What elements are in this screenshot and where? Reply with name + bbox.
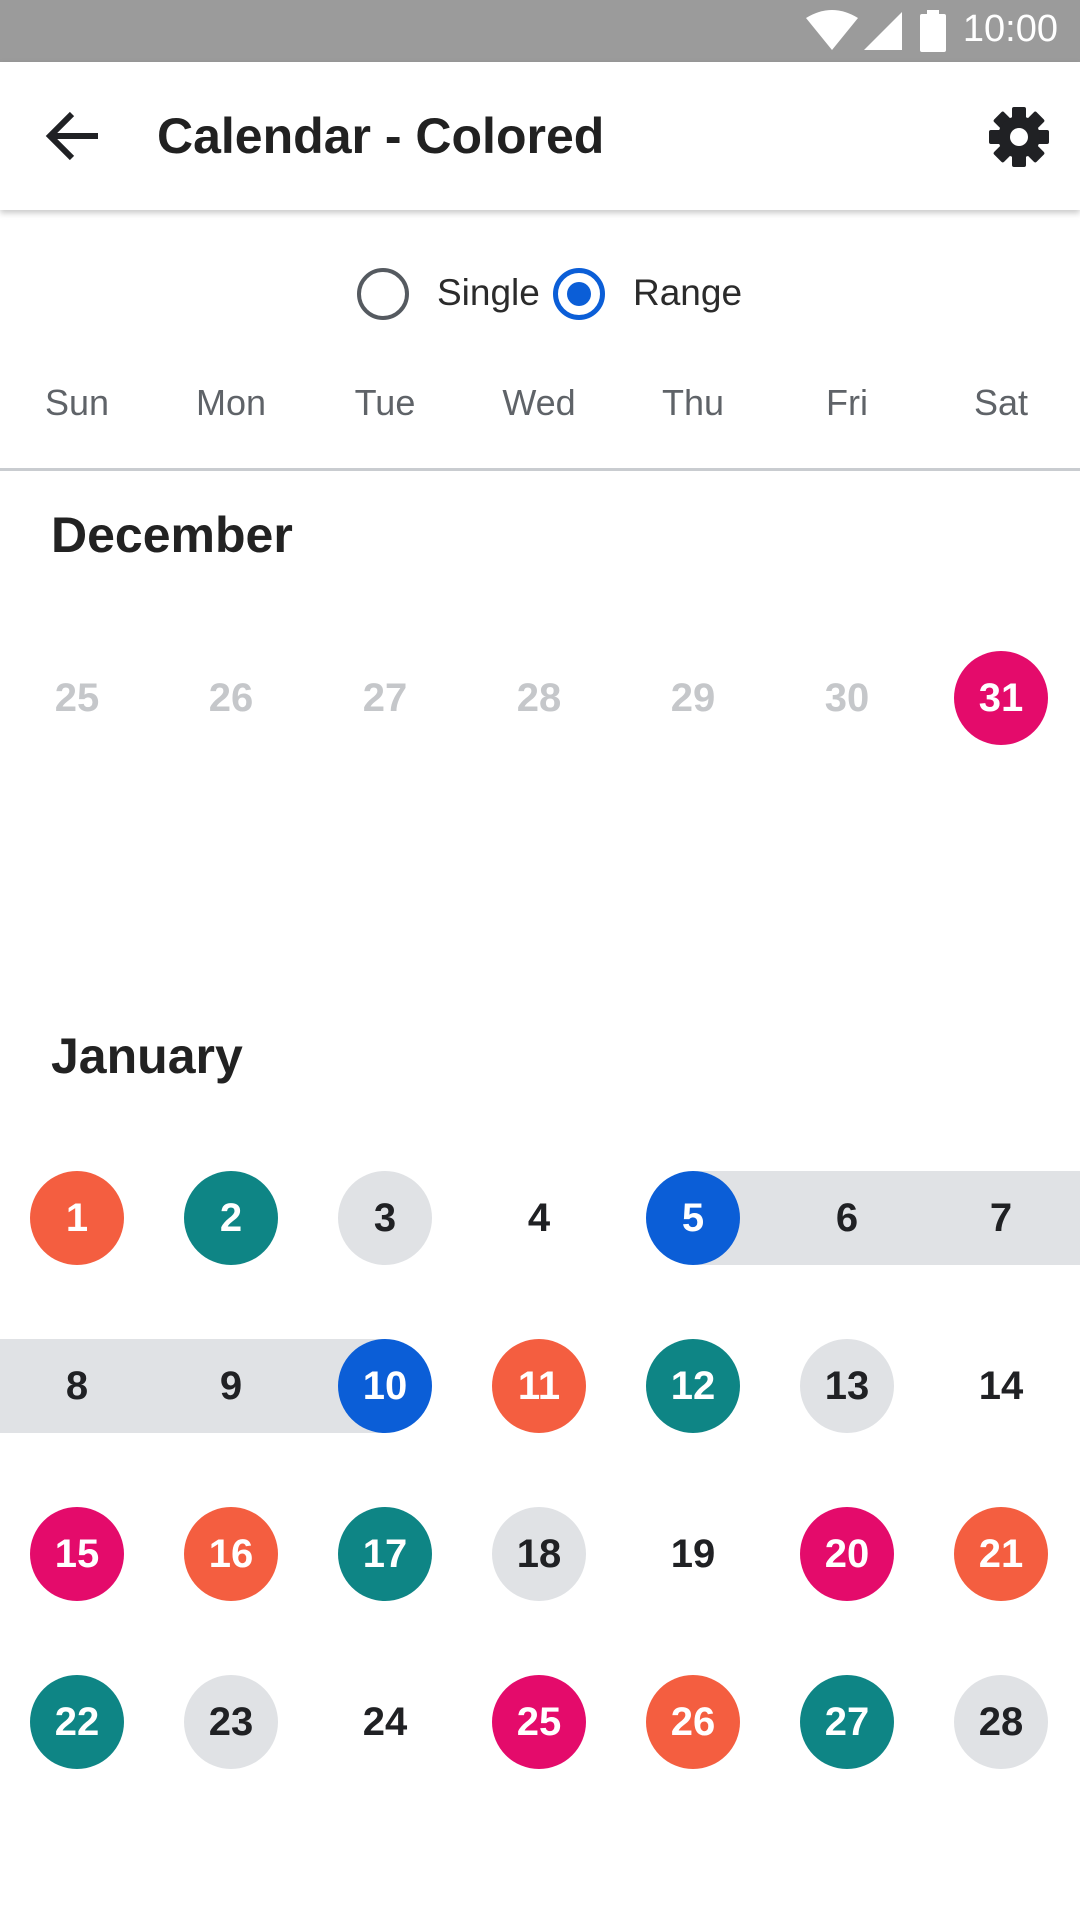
day-cell[interactable]: 20: [800, 1507, 894, 1601]
single-radio[interactable]: [357, 268, 409, 320]
day-cell[interactable]: 21: [954, 1507, 1048, 1601]
range-radio[interactable]: [553, 268, 605, 320]
day-cell[interactable]: 7: [954, 1171, 1048, 1265]
day-cell[interactable]: 6: [800, 1171, 894, 1265]
day-cell[interactable]: 25: [492, 1675, 586, 1769]
day-cell[interactable]: 12: [646, 1339, 740, 1433]
day-cell[interactable]: 23: [184, 1675, 278, 1769]
day-cell[interactable]: 27: [800, 1675, 894, 1769]
day-cell[interactable]: 14: [954, 1339, 1048, 1433]
arrow-back-icon[interactable]: [42, 110, 102, 162]
day-cell[interactable]: 4: [492, 1171, 586, 1265]
day-cell[interactable]: 31: [954, 651, 1048, 745]
mode-selector: Single Range: [0, 264, 1080, 324]
day-cell[interactable]: 16: [184, 1507, 278, 1601]
day-cell[interactable]: 28: [492, 651, 586, 745]
day-cell[interactable]: 27: [338, 651, 432, 745]
day-cell[interactable]: 15: [30, 1507, 124, 1601]
day-cell[interactable]: 5: [646, 1171, 740, 1265]
day-cell[interactable]: 11: [492, 1339, 586, 1433]
weekday-label: Thu: [661, 382, 725, 423]
battery-icon: [920, 10, 946, 52]
day-cell[interactable]: 26: [184, 651, 278, 745]
page-title: Calendar - Colored: [157, 108, 605, 164]
day-cell[interactable]: 13: [800, 1339, 894, 1433]
app-bar: Calendar - Colored: [0, 62, 1080, 210]
weekday-label: Fri: [826, 382, 868, 423]
status-time: 10:00: [962, 8, 1058, 50]
day-cell[interactable]: 1: [30, 1171, 124, 1265]
range-radio-label[interactable]: Range: [633, 272, 742, 314]
weekday-label: Sun: [44, 382, 110, 423]
day-cell[interactable]: 26: [646, 1675, 740, 1769]
day-cell[interactable]: 25: [30, 651, 124, 745]
day-cell[interactable]: 9: [184, 1339, 278, 1433]
weekday-label: Mon: [195, 382, 267, 423]
day-cell[interactable]: 29: [646, 651, 740, 745]
day-cell[interactable]: 28: [954, 1675, 1048, 1769]
single-radio-label[interactable]: Single: [437, 272, 540, 314]
day-cell[interactable]: 22: [30, 1675, 124, 1769]
day-cell[interactable]: 18: [492, 1507, 586, 1601]
signal-icon: [864, 12, 902, 50]
day-cell[interactable]: 19: [646, 1507, 740, 1601]
day-cell[interactable]: 24: [338, 1675, 432, 1769]
day-cell[interactable]: 30: [800, 651, 894, 745]
wifi-icon: [806, 10, 858, 50]
gear-icon[interactable]: [988, 106, 1050, 168]
weekday-label: Wed: [502, 382, 576, 423]
month-title-december: December: [51, 507, 293, 563]
day-cell[interactable]: 8: [30, 1339, 124, 1433]
header-divider: [0, 468, 1080, 471]
status-bar: 10:00: [0, 0, 1080, 62]
month-title-january: January: [51, 1028, 243, 1084]
day-cell[interactable]: 10: [338, 1339, 432, 1433]
weekday-label: Sat: [973, 382, 1029, 423]
day-cell[interactable]: 2: [184, 1171, 278, 1265]
weekday-label: Tue: [354, 382, 416, 423]
day-cell[interactable]: 3: [338, 1171, 432, 1265]
weekday-header: Sun Mon Tue Wed Thu Fri Sat: [0, 382, 1080, 432]
day-cell[interactable]: 17: [338, 1507, 432, 1601]
